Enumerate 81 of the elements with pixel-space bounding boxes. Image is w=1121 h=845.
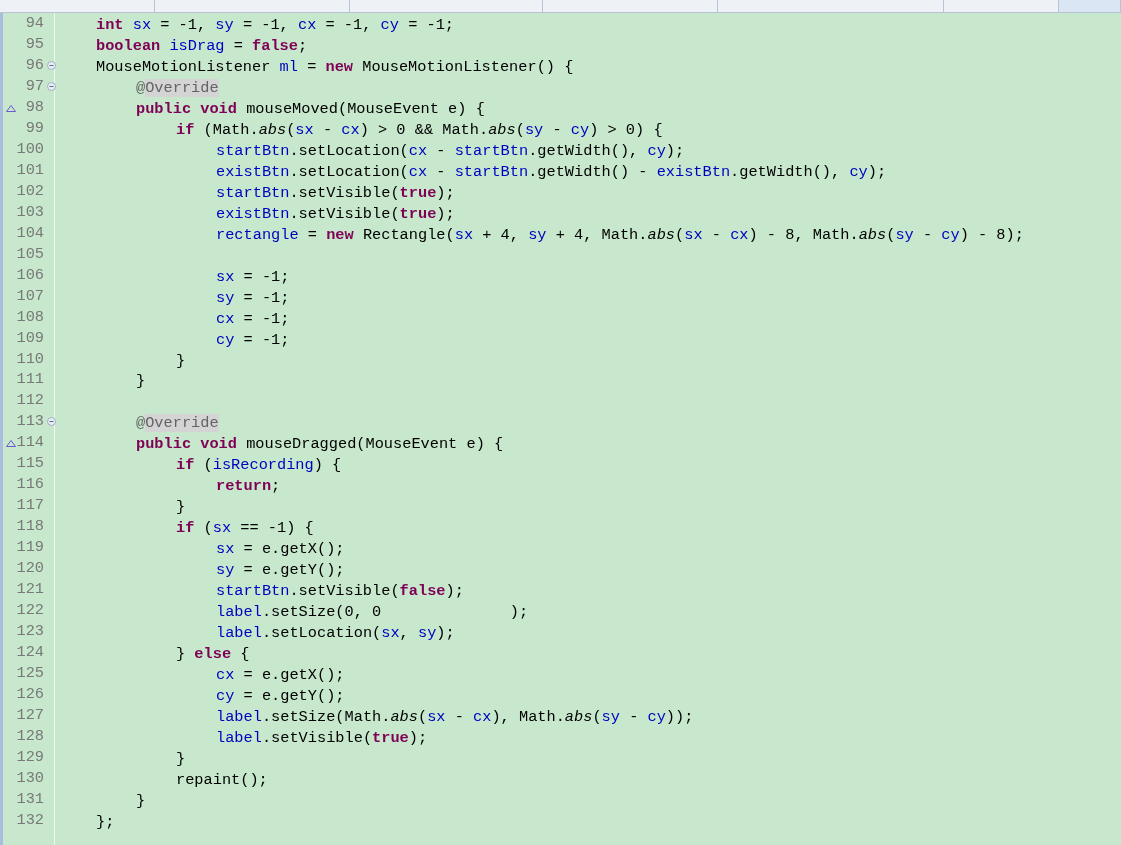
code-line: cy = -1; — [216, 329, 290, 351]
line-number: 98 — [25, 96, 44, 118]
line-number: 107 — [16, 285, 44, 307]
line-number: 117 — [16, 495, 44, 517]
line-number: 131 — [16, 788, 44, 810]
line-number: 97 — [25, 75, 44, 97]
line-number: 111 — [16, 369, 44, 391]
line-number: 104 — [16, 222, 44, 244]
line-number: 123 — [16, 621, 44, 643]
line-number: 127 — [16, 704, 44, 726]
line-number: 124 — [16, 642, 44, 664]
code-line: startBtn.setVisible(false); — [216, 581, 464, 603]
code-line: @Override — [136, 413, 219, 435]
code-line: sx = e.getX(); — [216, 539, 345, 561]
code-line: boolean isDrag = false; — [96, 35, 308, 57]
line-number: 125 — [16, 663, 44, 684]
line-number: 103 — [16, 201, 44, 223]
line-number: 119 — [16, 537, 44, 559]
code-line: } — [176, 350, 186, 372]
line-number: 100 — [16, 138, 44, 160]
code-line: sy = -1; — [216, 287, 290, 309]
code-line: label.setVisible(true); — [216, 727, 428, 749]
line-number: 112 — [16, 390, 44, 412]
code-line: MouseMotionListener ml = new MouseMotionListener() { — [96, 56, 574, 78]
line-number: 118 — [16, 516, 44, 538]
line-number: 120 — [16, 558, 44, 580]
override-marker-icon — [6, 104, 16, 112]
code-line: public void mouseDragged(MouseEvent e) { — [136, 434, 504, 456]
line-number: 105 — [16, 243, 44, 265]
code-line: label.setSize(Math.abs(sx - cx), Math.abs(sy - cy)); — [216, 706, 694, 728]
override-marker-icon — [6, 440, 16, 448]
code-line: if (Math.abs(sx - cx) > 0 && Math.abs(sy - cy) > 0) { — [176, 119, 663, 141]
code-line: rectangle = new Rectangle(sx + 4, sy + 4, Math.abs(sx - cx) - 8, Math.abs(sy - cy) - 8); — [216, 224, 1024, 246]
code-line: cy = e.getY(); — [216, 686, 345, 707]
code-line: @Override — [136, 77, 219, 99]
line-number: 126 — [16, 684, 44, 705]
code-line: return; — [216, 476, 281, 498]
line-number: 96 — [25, 54, 44, 76]
code-line: } — [136, 790, 146, 812]
code-line: } — [176, 497, 186, 519]
line-number: 114 — [16, 432, 44, 454]
line-number: 129 — [16, 746, 44, 768]
line-number: 132 — [16, 809, 44, 831]
line-number: 106 — [16, 264, 44, 286]
code-line: startBtn.setLocation(cx - startBtn.getWidth(), cy); — [216, 140, 685, 162]
code-line: repaint(); — [176, 769, 268, 791]
line-number: 128 — [16, 725, 44, 747]
collapse-icon[interactable] — [47, 81, 56, 91]
line-number: 130 — [16, 767, 44, 789]
code-line: } — [176, 748, 186, 770]
code-line: public void mouseMoved(MouseEvent e) { — [136, 98, 485, 120]
code-line: } else { — [176, 644, 250, 666]
code-line: int sx = -1, sy = -1, cx = -1, cy = -1; — [96, 15, 455, 36]
line-number: 122 — [16, 600, 44, 622]
code-line: cx = e.getX(); — [216, 665, 345, 686]
code-line: existBtn.setLocation(cx - startBtn.getWidth() - existBtn.getWidth(), cy); — [216, 161, 887, 183]
line-number: 110 — [16, 348, 44, 370]
code-line: if (sx == -1) { — [176, 518, 314, 540]
line-number: 113 — [16, 411, 44, 433]
collapse-icon[interactable] — [47, 417, 56, 427]
code-line: sx = -1; — [216, 266, 290, 288]
code-line: startBtn.setVisible(true); — [216, 182, 455, 204]
line-number: 116 — [16, 474, 44, 496]
line-number: 99 — [25, 117, 44, 139]
collapse-icon[interactable] — [47, 60, 56, 70]
code-line: }; — [96, 811, 115, 833]
line-number: 115 — [16, 453, 44, 475]
code-line: if (isRecording) { — [176, 455, 342, 477]
code-line: sy = e.getY(); — [216, 560, 345, 582]
code-line: } — [136, 371, 146, 393]
line-number: 121 — [16, 579, 44, 601]
code-line: cx = -1; — [216, 308, 290, 330]
code-line: label.setLocation(sx, sy); — [216, 623, 455, 645]
line-number: 94 — [25, 13, 44, 34]
line-number: 102 — [16, 180, 44, 202]
line-number: 109 — [16, 327, 44, 349]
code-line: label.setSize(0, 0 ); — [216, 602, 529, 624]
line-number: 95 — [25, 33, 44, 55]
line-number: 101 — [16, 159, 44, 181]
line-number: 108 — [16, 306, 44, 328]
code-line: existBtn.setVisible(true); — [216, 203, 455, 225]
